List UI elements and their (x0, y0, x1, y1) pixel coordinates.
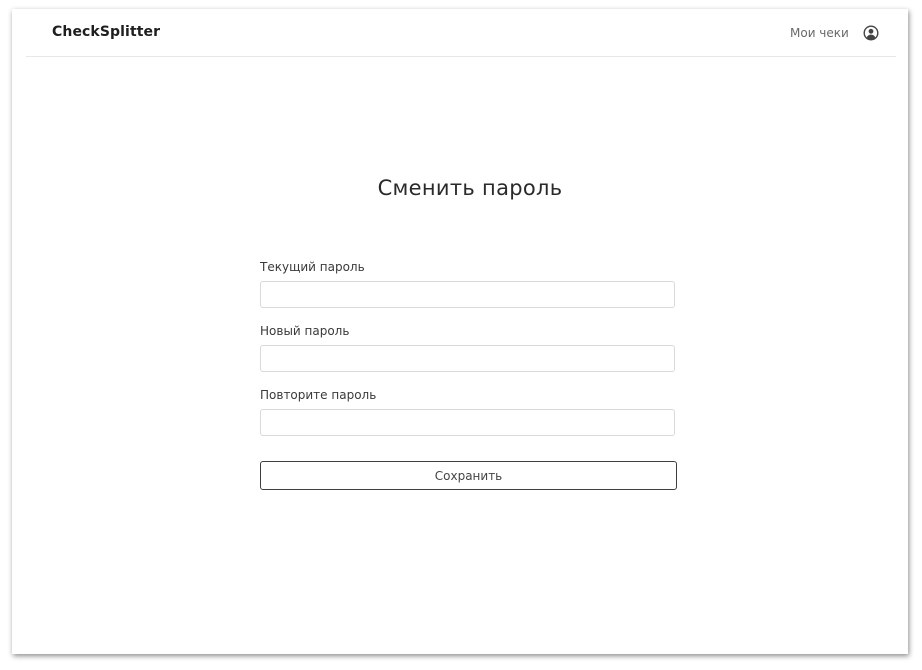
current-password-input[interactable] (260, 281, 675, 308)
repeat-password-label: Повторите пароль (260, 388, 377, 402)
repeat-password-input[interactable] (260, 409, 675, 436)
page-title: Сменить пароль (377, 176, 563, 200)
app-window: CheckSplitter Мои чеки Сменить пароль Те… (12, 9, 908, 654)
my-checks-link[interactable]: Мои чеки (790, 26, 849, 40)
user-circle-icon[interactable] (863, 25, 879, 41)
current-password-label: Текущий пароль (260, 260, 365, 274)
top-navbar: CheckSplitter Мои чеки (26, 9, 896, 57)
new-password-label: Новый пароль (260, 324, 350, 338)
brand-logo[interactable]: CheckSplitter (52, 24, 160, 40)
save-button[interactable]: Сохранить (260, 461, 677, 490)
new-password-input[interactable] (260, 345, 675, 372)
